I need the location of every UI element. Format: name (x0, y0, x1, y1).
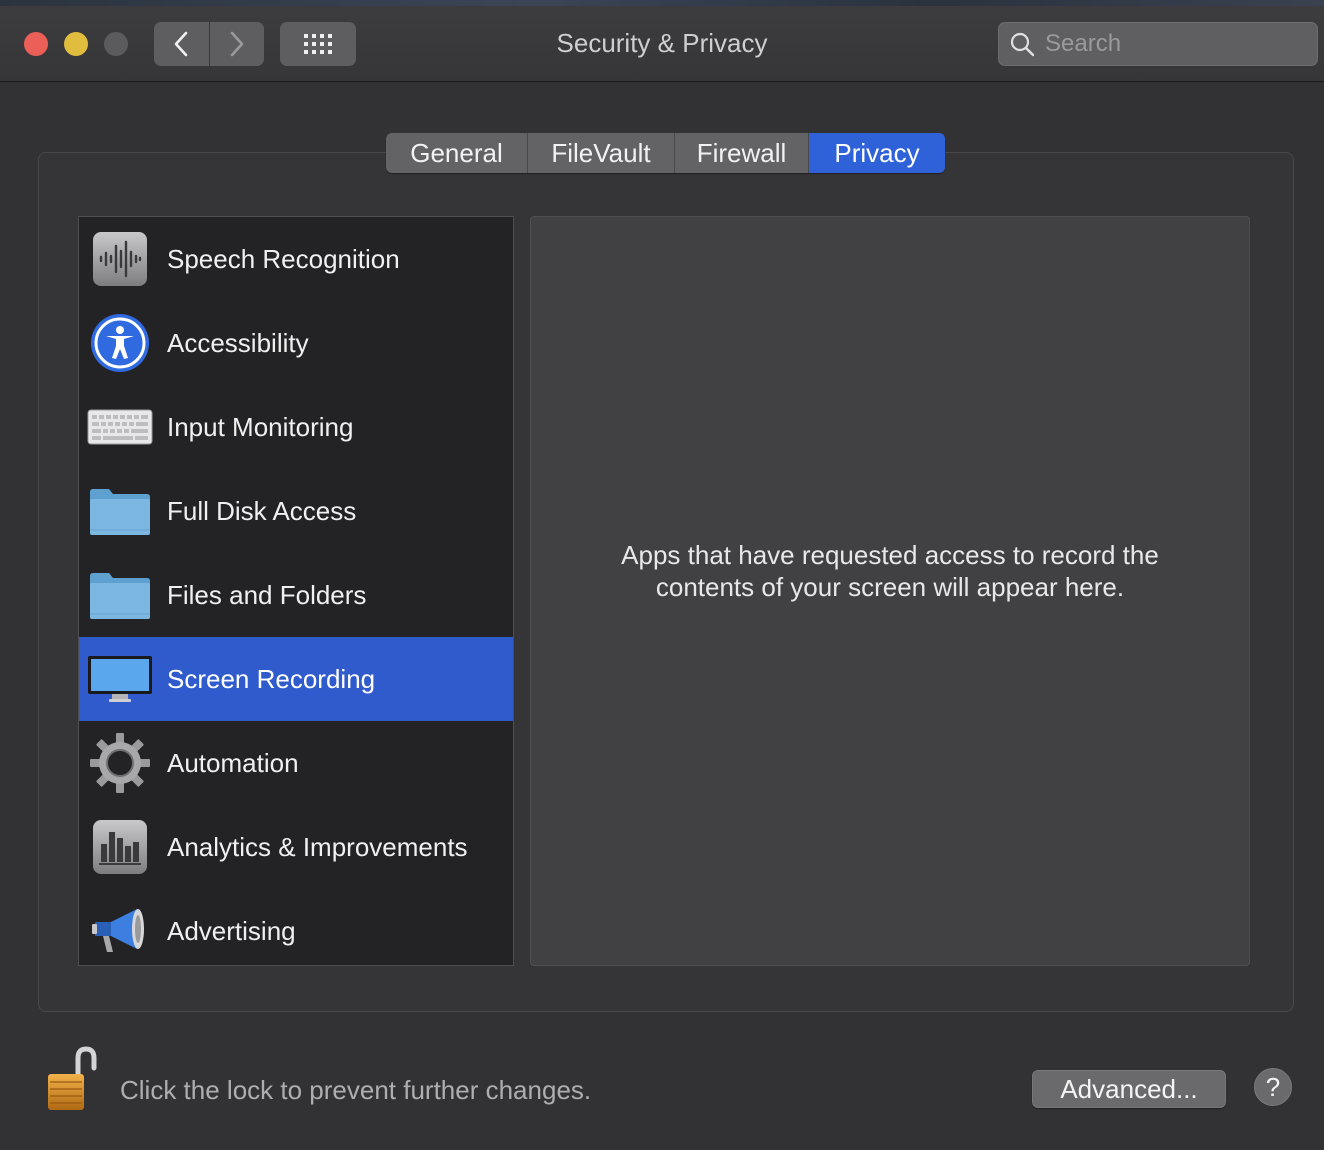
megaphone-icon (87, 901, 153, 961)
desktop-strip (0, 0, 1324, 6)
security-privacy-window: Security & Privacy General FileVault Fir… (0, 0, 1324, 1150)
forward-button[interactable] (208, 22, 265, 66)
search-field[interactable] (998, 22, 1318, 66)
tab-firewall[interactable]: Firewall (675, 133, 809, 173)
keyboard-icon (87, 397, 153, 457)
folder-icon (87, 565, 153, 625)
advanced-button[interactable]: Advanced... (1032, 1070, 1226, 1108)
zoom-button[interactable] (104, 32, 128, 56)
tab-bar: General FileVault Firewall Privacy (386, 133, 945, 173)
lock-message: Click the lock to prevent further change… (120, 1075, 592, 1105)
category-label: Advertising (167, 915, 296, 946)
category-label: Analytics & Improvements (167, 831, 468, 862)
monitor-icon (87, 649, 153, 709)
empty-list-message: Apps that have requested access to recor… (621, 540, 1159, 602)
accessibility-icon (87, 313, 153, 373)
category-label: Input Monitoring (167, 411, 354, 442)
category-automation[interactable]: Automation (79, 721, 513, 805)
title-bar: Security & Privacy (0, 0, 1324, 82)
category-files-and-folders[interactable]: Files and Folders (79, 553, 513, 637)
category-full-disk-access[interactable]: Full Disk Access (79, 469, 513, 553)
tab-filevault[interactable]: FileVault (528, 133, 675, 173)
search-input[interactable] (1045, 30, 1295, 58)
folder-icon (87, 481, 153, 541)
category-accessibility[interactable]: Accessibility (79, 301, 513, 385)
back-forward-group (154, 22, 264, 66)
help-button[interactable]: ? (1254, 1068, 1292, 1106)
close-button[interactable] (24, 32, 48, 56)
bar-chart-icon (87, 817, 153, 877)
category-label: Speech Recognition (167, 243, 400, 274)
category-input-monitoring[interactable]: Input Monitoring (79, 385, 513, 469)
grid-icon (304, 34, 332, 54)
back-button[interactable] (154, 22, 209, 66)
category-advertising[interactable]: Advertising (79, 889, 513, 965)
category-label: Accessibility (167, 327, 309, 358)
category-label: Screen Recording (167, 663, 376, 694)
chevron-left-icon (174, 31, 188, 57)
category-speech-recognition[interactable]: Speech Recognition (79, 217, 513, 301)
category-label: Automation (167, 747, 299, 778)
minimize-button[interactable] (64, 32, 88, 56)
tab-general[interactable]: General (386, 133, 528, 173)
unlocked-padlock-icon (48, 1046, 97, 1110)
gear-icon (87, 733, 153, 793)
show-all-button[interactable] (280, 22, 356, 66)
tab-privacy[interactable]: Privacy (809, 133, 945, 173)
category-screen-recording[interactable]: Screen Recording (79, 637, 513, 721)
category-label: Full Disk Access (167, 495, 357, 526)
app-list-panel[interactable]: Apps that have requested access to recor… (530, 216, 1250, 966)
category-analytics-improvements[interactable]: Analytics & Improvements (79, 805, 513, 889)
speech-waveform-icon (87, 229, 153, 289)
lock-button[interactable] (44, 1046, 100, 1112)
privacy-category-list: Speech Recognition Accessibility Input M… (78, 216, 514, 966)
chevron-right-icon (230, 31, 244, 57)
search-icon (1010, 32, 1035, 57)
category-label: Files and Folders (167, 579, 367, 610)
